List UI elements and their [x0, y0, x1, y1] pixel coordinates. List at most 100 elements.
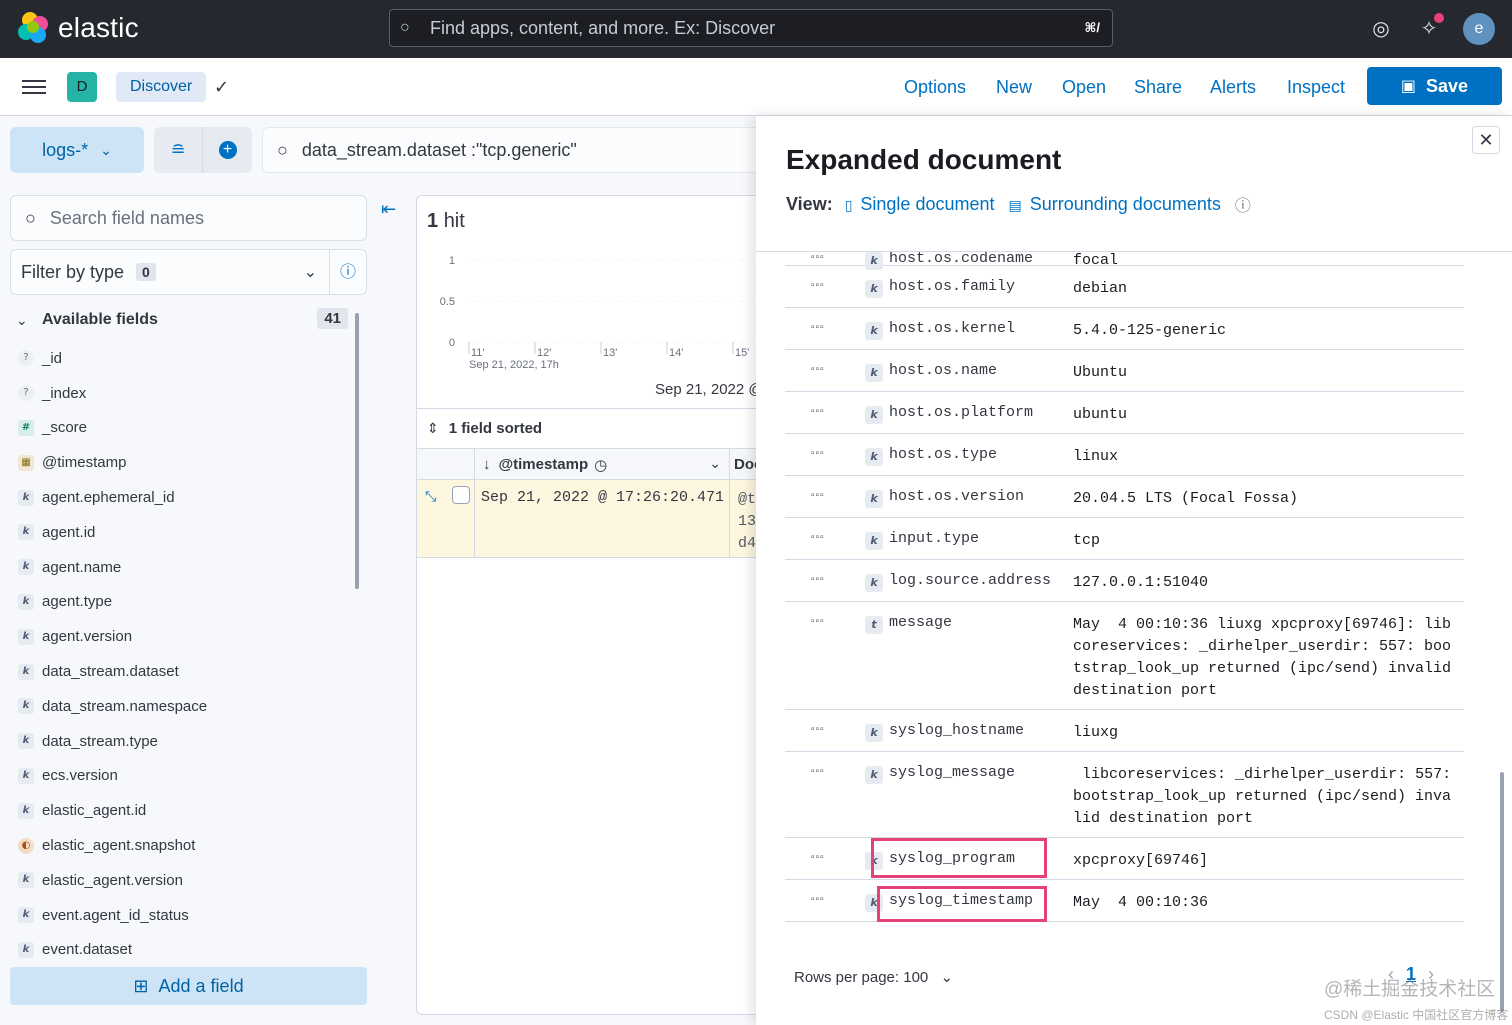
filter-by-type-button[interactable]: Filter by type 0 ⌄ [10, 249, 330, 295]
row-actions-icon[interactable]: ▫▫▫ [811, 532, 825, 543]
info-icon[interactable]: ⓘ [330, 249, 367, 295]
field-name: message [889, 614, 953, 631]
options-link[interactable]: Options [904, 77, 966, 98]
field-item[interactable]: k elastic_agent.id [18, 793, 348, 828]
row-actions-icon[interactable]: ▫▫▫ [811, 616, 825, 627]
table-row[interactable]: ▫▫▫ k host.os.type linux [785, 434, 1464, 476]
table-row[interactable]: ▫▫▫ t message May 4 00:10:36 liuxg xpcproxy… [785, 602, 1464, 710]
query-input[interactable]: ○ data_stream.dataset :"tcp.generic" [262, 127, 762, 173]
field-name: agent.name [42, 558, 122, 576]
field-item[interactable]: ? _index [18, 376, 348, 411]
field-item[interactable]: # _score [18, 411, 348, 446]
row-actions-icon[interactable]: ▫▫▫ [811, 406, 825, 417]
field-item[interactable]: k ecs.version [18, 759, 348, 794]
rows-per-page-selector[interactable]: Rows per page: 100 ⌄ [794, 968, 953, 986]
field-item[interactable]: ? _id [18, 341, 348, 376]
document-table: ▫▫▫ k host.os.codename focal ▫▫▫ k host.os.fam… [785, 252, 1464, 952]
sort-icon: ⇕ [427, 420, 439, 436]
filter-menu-icon[interactable]: ≘ [154, 127, 203, 173]
table-row[interactable]: ⤡ Sep 21, 2022 @ 17:26:20.471 @t 13e d42 [417, 480, 756, 558]
collapse-sidebar-icon[interactable]: ⇤ [381, 199, 396, 220]
hits-label: hit [443, 210, 465, 232]
row-actions-icon[interactable]: ▫▫▫ [811, 724, 825, 735]
table-row[interactable]: ▫▫▫ k syslog_program xpcproxy[69746] [785, 838, 1464, 880]
close-icon[interactable]: ✕ [1472, 126, 1500, 154]
field-item[interactable]: k agent.version [18, 619, 348, 654]
field-list: ? _id? _index # _score ▦ @timestamp k agent.ephe… [18, 341, 348, 967]
table-row[interactable]: ▫▫▫ k host.os.kernel 5.4.0-125-generic [785, 308, 1464, 350]
breadcrumb-discover[interactable]: Discover [116, 72, 207, 102]
row-actions-icon[interactable]: ▫▫▫ [811, 852, 825, 863]
row-document: @t 13e d42 [729, 480, 756, 557]
row-actions-icon[interactable]: ▫▫▫ [811, 766, 825, 777]
sidebar-scrollbar[interactable] [355, 313, 359, 589]
add-filter-button[interactable]: + [203, 127, 252, 173]
table-row[interactable]: ▫▫▫ k host.os.name Ubuntu [785, 350, 1464, 392]
single-document-link[interactable]: ▯ Single document [845, 194, 995, 215]
field-item[interactable]: k agent.id [18, 515, 348, 550]
table-row[interactable]: ▫▫▫ k log.source.address 127.0.0.1:51040 [785, 560, 1464, 602]
row-checkbox[interactable] [452, 486, 470, 504]
column-header-doc[interactable]: Doc [729, 449, 756, 480]
field-item[interactable]: k event.agent_id_status [18, 898, 348, 933]
alerts-link[interactable]: Alerts [1210, 77, 1256, 98]
row-actions-icon[interactable]: ▫▫▫ [811, 252, 825, 263]
row-actions-icon[interactable]: ▫▫▫ [811, 894, 825, 905]
table-row[interactable]: ▫▫▫ k host.os.version 20.04.5 LTS (Focal Fo… [785, 476, 1464, 518]
field-type-icon: k [18, 907, 34, 924]
elastic-logo[interactable]: elastic [18, 12, 139, 44]
table-row[interactable]: ▫▫▫ k syslog_hostname liuxg [785, 710, 1464, 752]
table-row[interactable]: ▫▫▫ k syslog_timestamp May 4 00:10:36 [785, 880, 1464, 922]
field-name: data_stream.dataset [42, 663, 179, 681]
field-item[interactable]: k data_stream.type [18, 724, 348, 759]
surrounding-documents-link[interactable]: ▤ Surrounding documents [1009, 194, 1221, 215]
sorted-label: 1 field sorted [448, 420, 543, 437]
user-avatar[interactable]: e [1463, 13, 1495, 45]
available-fields-toggle[interactable]: ⌄ Available fields 41 [16, 308, 348, 332]
row-actions-icon[interactable]: ▫▫▫ [811, 364, 825, 375]
save-button[interactable]: ▣ Save [1367, 67, 1502, 105]
menu-icon[interactable] [22, 76, 46, 96]
help-icon[interactable]: ⓘ [1235, 192, 1251, 216]
field-item[interactable]: k agent.type [18, 585, 348, 620]
table-row[interactable]: ▫▫▫ k host.os.platform ubuntu [785, 392, 1464, 434]
inspect-link[interactable]: Inspect [1287, 77, 1345, 98]
field-name: elastic_agent.snapshot [42, 837, 196, 855]
field-item[interactable]: k agent.name [18, 550, 348, 585]
new-link[interactable]: New [996, 77, 1032, 98]
add-field-button[interactable]: ⊞ Add a field [10, 967, 367, 1005]
row-actions-icon[interactable]: ▫▫▫ [811, 448, 825, 459]
table-row[interactable]: ▫▫▫ k input.type tcp [785, 518, 1464, 560]
open-link[interactable]: Open [1062, 77, 1106, 98]
field-item[interactable]: k data_stream.dataset [18, 654, 348, 689]
app-bar: D Discover ✓ Options New Open Share Aler… [0, 58, 1512, 116]
data-view-picker[interactable]: logs-* ⌄ [10, 127, 144, 173]
flyout-title: Expanded document [786, 144, 1062, 175]
field-item[interactable]: k elastic_agent.version [18, 863, 348, 898]
table-row[interactable]: ▫▫▫ k host.os.codename focal [785, 252, 1464, 270]
field-item[interactable]: k event.dataset [18, 933, 348, 968]
row-actions-icon[interactable]: ▫▫▫ [811, 574, 825, 585]
field-item[interactable]: k data_stream.namespace [18, 689, 348, 724]
field-type-icon: ◐ [18, 837, 34, 854]
column-header-timestamp[interactable]: ↓ @timestamp ◷ ⌄ [474, 449, 729, 480]
expand-row-icon[interactable]: ⤡ [425, 488, 436, 505]
space-avatar[interactable]: D [67, 72, 97, 102]
global-search-input[interactable]: ○ Find apps, content, and more. Ex: Disc… [389, 9, 1113, 47]
row-actions-icon[interactable]: ▫▫▫ [811, 322, 825, 333]
field-search-input[interactable]: ○ Search field names [10, 195, 367, 241]
share-link[interactable]: Share [1134, 77, 1182, 98]
flyout-scrollbar[interactable] [1500, 772, 1504, 1012]
sort-control[interactable]: ⇕ 1 field sorted [417, 408, 756, 448]
field-item[interactable]: ▦ @timestamp [18, 445, 348, 480]
field-name: host.os.platform [889, 404, 1034, 421]
table-row[interactable]: ▫▫▫ k syslog_message libcoreservices: _dir… [785, 752, 1464, 838]
chevron-down-icon[interactable]: ⌄ [709, 455, 721, 472]
row-actions-icon[interactable]: ▫▫▫ [811, 490, 825, 501]
row-actions-icon[interactable]: ▫▫▫ [811, 280, 825, 291]
table-row[interactable]: ▫▫▫ k host.os.family debian [785, 266, 1464, 308]
field-item[interactable]: k agent.ephemeral_id [18, 480, 348, 515]
help-icon[interactable]: ◎ [1366, 14, 1396, 44]
field-item[interactable]: ◐ elastic_agent.snapshot [18, 828, 348, 863]
field-value: tcp [1073, 532, 1101, 549]
